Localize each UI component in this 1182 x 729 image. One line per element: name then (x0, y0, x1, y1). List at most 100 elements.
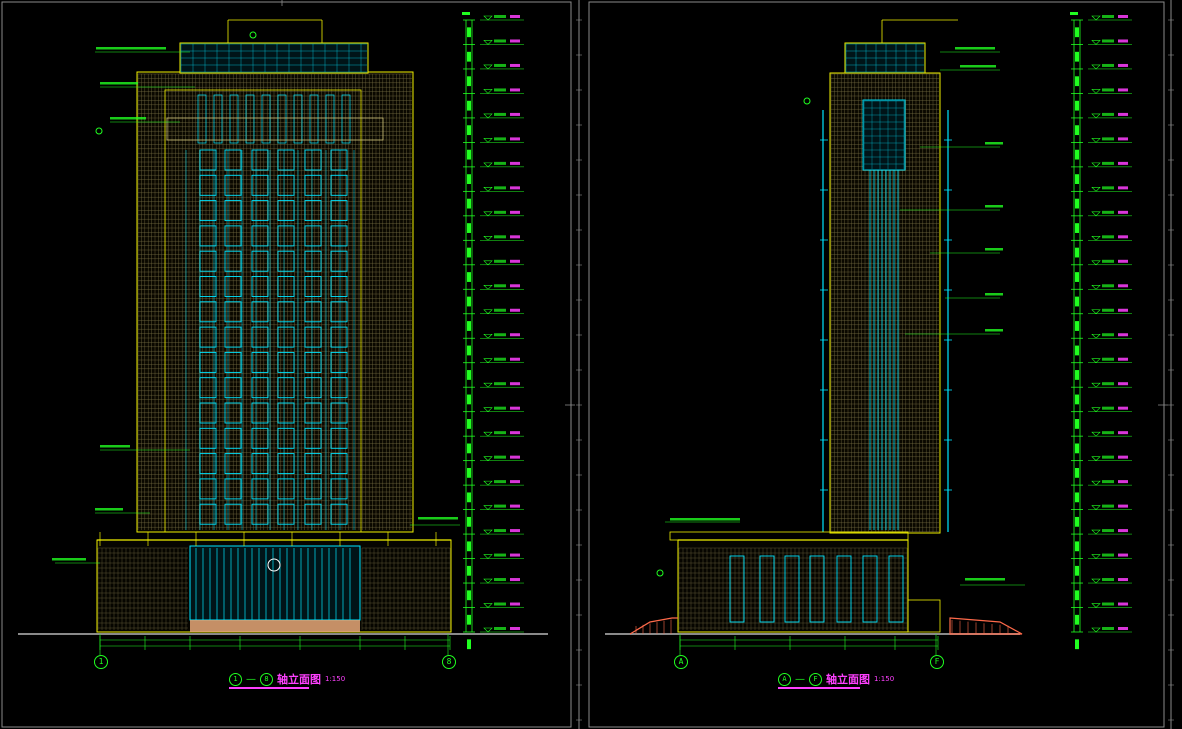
level-name-mark (1118, 406, 1128, 410)
level-name-mark (510, 455, 520, 459)
level-name-mark (1118, 578, 1128, 582)
level-segment (467, 492, 471, 503)
level-value-mark (1102, 161, 1114, 165)
level-segment (1075, 467, 1079, 478)
level-name-mark (510, 578, 520, 582)
level-segment (1075, 541, 1079, 552)
level-value-mark (1102, 88, 1114, 92)
level-name-mark (1118, 627, 1128, 630)
level-name-mark (510, 88, 520, 92)
level-segment (467, 321, 471, 331)
level-segment (1075, 419, 1079, 429)
level-segment (1075, 174, 1079, 185)
level-name-mark (1118, 112, 1128, 116)
level-name-mark (1118, 431, 1128, 435)
level-name-mark (510, 210, 520, 214)
level-segment (467, 467, 471, 478)
level-name-mark (510, 137, 520, 141)
level-segment (1075, 76, 1079, 87)
level-value-mark (494, 88, 506, 92)
level-name-mark (510, 602, 520, 606)
level-name-mark (1118, 63, 1128, 67)
left-title-underline (229, 687, 309, 689)
level-segment (467, 247, 471, 258)
level-segment (1075, 272, 1079, 282)
note-podium-text-mark (52, 558, 86, 561)
level-segment (1075, 51, 1079, 62)
note-wall-text-mark (95, 508, 123, 511)
cad-drawing-canvas (0, 0, 1182, 729)
level-segment (467, 614, 471, 625)
level-value-mark (1102, 553, 1114, 557)
level-segment (1075, 100, 1079, 111)
title-axis-circle-icon: 1 (229, 672, 242, 686)
level-value-mark (494, 308, 506, 312)
level-value-mark (1102, 406, 1114, 410)
level-name-mark (1118, 15, 1128, 18)
level-segment (467, 296, 471, 307)
level-value-mark (1102, 431, 1114, 435)
level-name-mark (510, 529, 520, 533)
level-name-mark (510, 161, 520, 165)
level-name-mark (1118, 186, 1128, 190)
axis-circle-icon-left-start: 1 (94, 655, 108, 669)
axis-label-left-end: 8 (446, 657, 452, 666)
level-name-mark (1118, 480, 1128, 484)
level-value-mark (494, 406, 506, 410)
level-value-mark (1102, 39, 1114, 43)
level-segment (1075, 565, 1079, 576)
level-name-mark (510, 480, 520, 484)
level-value-mark (494, 602, 506, 606)
level-value-mark (494, 578, 506, 582)
level-value-mark (494, 455, 506, 459)
title-axis-circle-icon: A (778, 672, 791, 686)
level-name-mark (510, 333, 520, 337)
note-side-podium-text-mark (670, 518, 740, 521)
level-segment (467, 149, 471, 160)
level-segment (467, 394, 471, 405)
level-segment (467, 125, 471, 136)
level-name-mark (1118, 137, 1128, 141)
note-side-crown-text-mark (955, 47, 995, 50)
podium-curtain-wall (189, 545, 361, 621)
level-value-mark (1102, 15, 1114, 18)
level-value-mark (1102, 627, 1114, 630)
note-canopy-text-mark (418, 517, 458, 520)
level-name-mark (1118, 161, 1128, 165)
level-name-mark (510, 357, 520, 361)
level-value-mark (494, 259, 506, 263)
note-cornice-text-mark (100, 82, 138, 85)
left-elevation-scale: 1:150 (325, 675, 346, 683)
level-name-mark (510, 259, 520, 263)
level-segment (1075, 492, 1079, 503)
level-name-mark (1118, 284, 1128, 288)
level-segment (467, 541, 471, 552)
level-value-mark (1102, 529, 1114, 533)
level-value-mark (1102, 63, 1114, 67)
level-segment (1075, 614, 1079, 625)
level-segment (467, 198, 471, 209)
level-name-mark (1118, 210, 1128, 214)
glass-stair-top (862, 99, 906, 171)
level-name-mark (510, 63, 520, 67)
note-fin-text-mark (110, 117, 146, 120)
level-value-mark (1102, 284, 1114, 288)
level-name-mark (1118, 602, 1128, 606)
title-axis-circle-icon: 8 (260, 672, 273, 686)
title-axis-circle-icon: F (809, 672, 822, 686)
note-crown-text-mark (96, 47, 166, 50)
level-segment (467, 419, 471, 429)
level-name-mark (1118, 88, 1128, 92)
level-segment (467, 565, 471, 576)
level-name-mark (510, 504, 520, 508)
level-name-mark (510, 553, 520, 557)
level-segment (1075, 198, 1079, 209)
level-segment (1075, 247, 1079, 258)
level-name-mark (1118, 553, 1128, 557)
level-value-mark (1102, 480, 1114, 484)
level-segment (467, 345, 471, 356)
level-value-mark (1102, 602, 1114, 606)
level-value-mark (494, 63, 506, 67)
level-name-mark (1118, 333, 1128, 337)
level-segment (1075, 516, 1079, 527)
